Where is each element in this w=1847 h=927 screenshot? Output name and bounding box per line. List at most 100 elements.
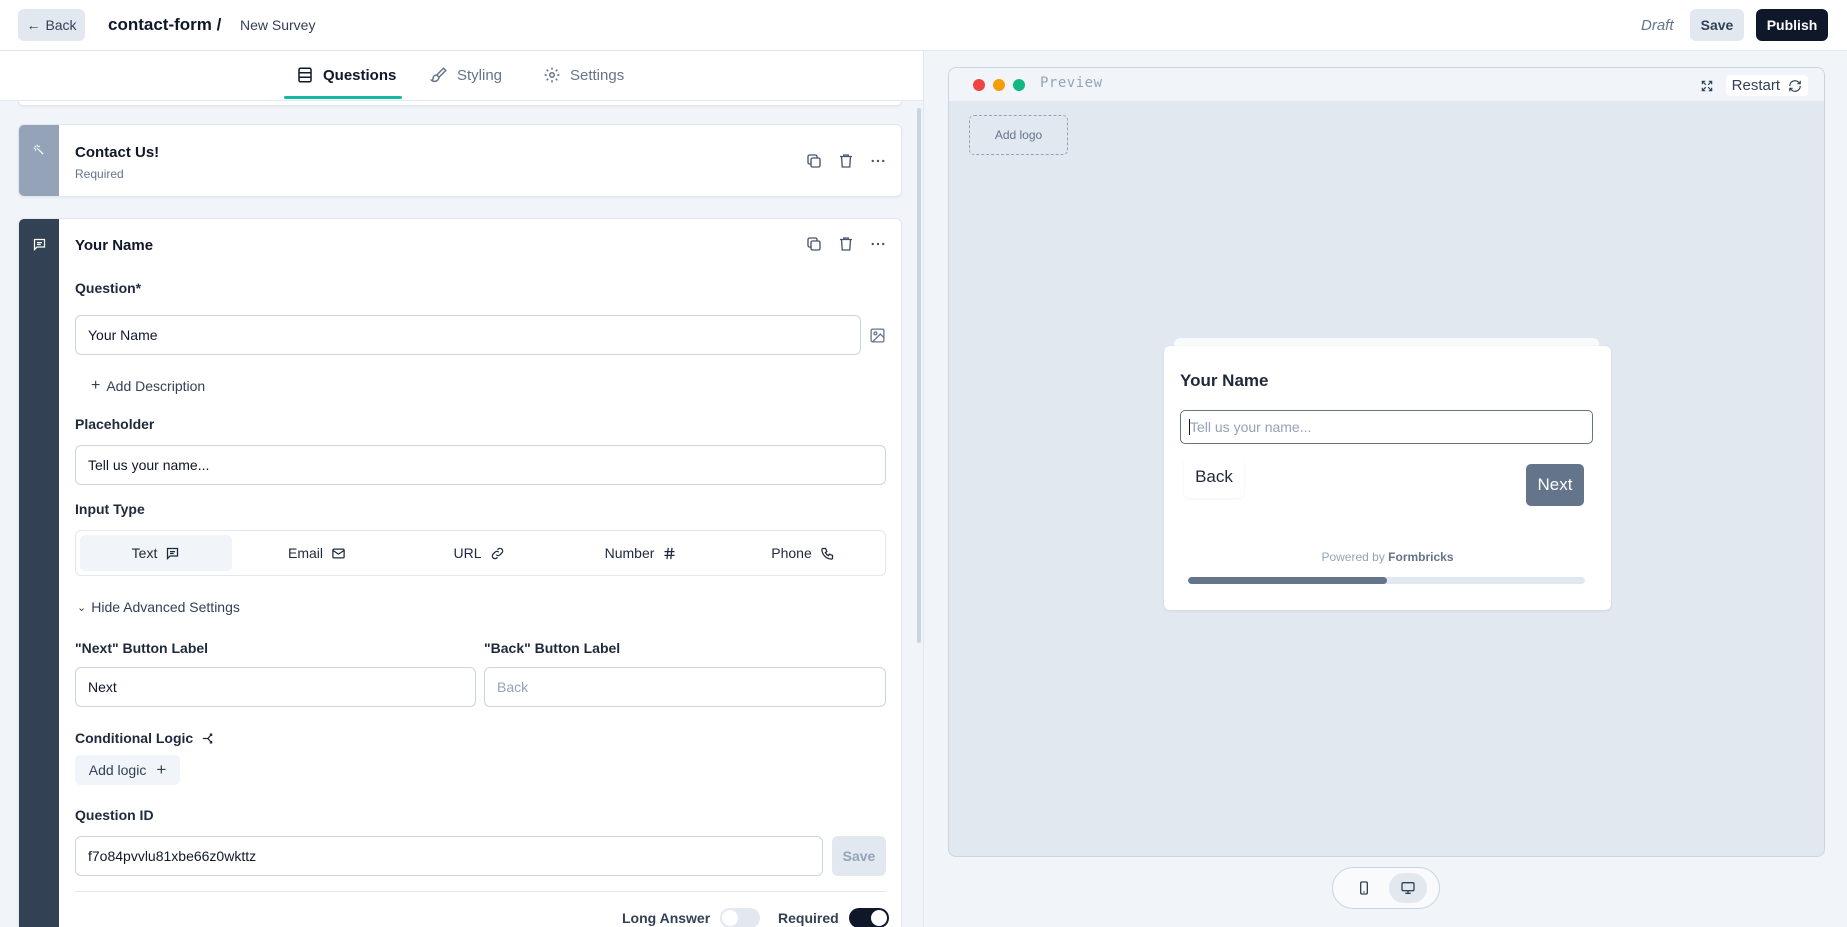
required-toggle-row: Required [778, 908, 889, 927]
placeholder-label: Placeholder [75, 416, 155, 432]
split-icon [203, 733, 213, 743]
gear-icon [544, 67, 560, 83]
survey-name-input[interactable]: New Survey [240, 17, 315, 33]
phone-icon [820, 547, 833, 560]
status-badge: Draft [1641, 17, 1674, 34]
required-switch[interactable] [848, 908, 889, 927]
editor-pane: Questions Styling Settings Contact Us! R… [0, 51, 923, 927]
preview-window: Preview Restart Add logo Your Name Tell … [948, 67, 1825, 857]
next-button-label: "Next" Button Label [75, 640, 209, 656]
card-title: Contact Us! [75, 144, 160, 161]
tab-label: Settings [570, 66, 625, 84]
card-strip [19, 219, 59, 927]
progress-bar [1188, 577, 1585, 584]
card-strip [19, 125, 59, 196]
project-breadcrumb[interactable]: contact-form / [108, 15, 221, 35]
preview-survey-card: Your Name Tell us your name... Back Next… [1164, 346, 1611, 610]
top-bar: ← Back contact-form / New Survey Draft S… [0, 0, 1847, 51]
trash-icon[interactable] [837, 235, 855, 253]
input-type-number[interactable]: Number [560, 535, 722, 571]
message-square-icon [33, 238, 45, 252]
hand-wave-icon [33, 144, 44, 155]
input-type-phone[interactable]: Phone [722, 535, 884, 571]
more-icon[interactable] [869, 235, 887, 253]
add-description-label: Add Description [106, 378, 206, 394]
refresh-icon [1789, 79, 1801, 92]
mail-icon [332, 548, 345, 558]
question-id-input[interactable]: f7o84pvvlu81xbe66z0wkttz [75, 836, 823, 876]
preview-pane: Preview Restart Add logo Your Name Tell … [923, 51, 1847, 927]
advanced-settings-toggle[interactable]: ⌄ Hide Advanced Settings [77, 599, 240, 615]
back-button-input[interactable]: Back [484, 667, 886, 707]
restart-button[interactable]: Restart [1725, 75, 1808, 96]
mobile-view-button[interactable] [1345, 873, 1383, 903]
publish-button[interactable]: Publish [1756, 9, 1828, 41]
add-logo-button[interactable]: Add logo [969, 115, 1068, 155]
input-type-url[interactable]: URL [398, 535, 560, 571]
question-label: Question* [75, 280, 142, 296]
tab-label: Styling [457, 66, 503, 84]
question-card: Your Name Question* Your Name + Add Desc… [18, 218, 902, 927]
divider [75, 891, 886, 892]
preview-header: Preview Restart [949, 68, 1824, 102]
close-dot-icon [973, 79, 985, 91]
arrow-left-icon: ← [26, 17, 41, 33]
tab-styling[interactable]: Styling [430, 51, 502, 99]
question-input[interactable]: Your Name [75, 315, 861, 355]
link-icon [491, 547, 503, 559]
add-description-button[interactable]: + Add Description [91, 377, 205, 395]
copy-icon[interactable] [805, 235, 823, 253]
rows-icon [298, 67, 312, 83]
tab-label: Questions [323, 66, 397, 84]
next-button-input[interactable]: Next [75, 667, 476, 707]
minimize-dot-icon [993, 79, 1005, 91]
progress-fill [1188, 577, 1387, 584]
input-type-selector: Text Email URL Number Phone [75, 530, 886, 576]
conditional-logic-label: Conditional Logic [75, 730, 216, 746]
preview-back-button[interactable]: Back [1184, 456, 1244, 498]
preview-title: Preview [1040, 75, 1103, 91]
card-title: Your Name [75, 237, 154, 254]
plus-icon: + [91, 377, 101, 394]
back-button[interactable]: ← Back [18, 9, 85, 41]
device-toggle [1332, 867, 1440, 909]
card-subtitle: Required [75, 167, 124, 181]
active-tab-indicator [284, 96, 402, 99]
paintbrush-icon [430, 67, 447, 83]
tab-questions[interactable]: Questions [296, 51, 396, 99]
plus-icon: + [156, 760, 167, 779]
editor-tabs: Questions Styling Settings [0, 51, 923, 101]
more-icon[interactable] [869, 152, 887, 170]
powered-by: Powered by Formbricks [1321, 550, 1454, 564]
copy-icon[interactable] [805, 152, 823, 170]
preview-controls: Restart [1700, 75, 1808, 96]
long-answer-toggle-row: Long Answer [622, 908, 761, 927]
brand-name[interactable]: Formbricks [1388, 550, 1453, 564]
add-logic-button[interactable]: Add logic + [75, 755, 180, 785]
back-button-label-heading: "Back" Button Label [484, 640, 621, 656]
maximize-dot-icon [1013, 79, 1025, 91]
input-type-text[interactable]: Text [80, 535, 232, 571]
input-type-label: Input Type [75, 501, 145, 517]
trash-icon[interactable] [837, 152, 855, 170]
input-type-email[interactable]: Email [236, 535, 398, 571]
desktop-view-button[interactable] [1389, 873, 1427, 903]
placeholder-input[interactable]: Tell us your name... [75, 445, 886, 485]
chevron-down-icon: ⌄ [77, 601, 87, 614]
smartphone-icon [1360, 881, 1368, 895]
hash-icon [664, 547, 675, 559]
preview-question: Your Name [1180, 371, 1269, 390]
back-button-label: Back [45, 17, 77, 33]
image-icon[interactable] [869, 327, 886, 344]
welcome-card[interactable]: Contact Us! Required [18, 124, 902, 197]
tab-settings[interactable]: Settings [543, 51, 624, 99]
question-id-save-button[interactable]: Save [832, 836, 886, 876]
card-edge [18, 101, 902, 106]
preview-next-button[interactable]: Next [1526, 464, 1584, 506]
long-answer-switch[interactable] [720, 908, 761, 927]
monitor-icon [1401, 882, 1415, 894]
preview-name-input[interactable]: Tell us your name... [1180, 410, 1593, 444]
expand-icon[interactable] [1700, 79, 1714, 93]
save-button[interactable]: Save [1690, 9, 1744, 41]
editor-scrollbar[interactable] [917, 108, 921, 643]
